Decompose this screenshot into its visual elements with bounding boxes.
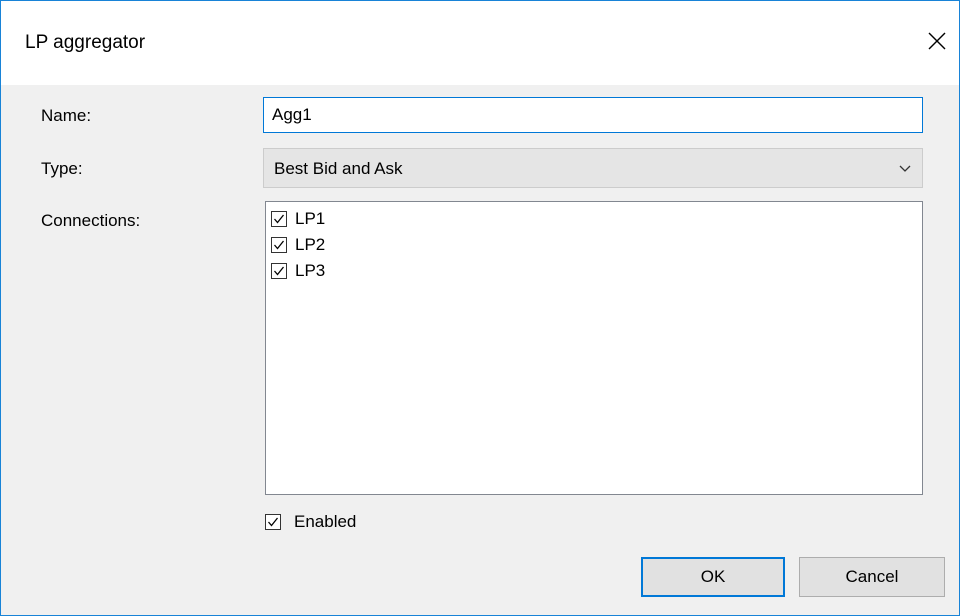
check-icon: [268, 517, 279, 527]
close-icon: [928, 32, 946, 50]
check-icon: [274, 266, 285, 276]
title-bar: LP aggregator: [1, 1, 959, 85]
enabled-checkbox-row[interactable]: Enabled: [265, 509, 356, 535]
type-label: Type:: [41, 159, 83, 178]
connections-label: Connections:: [41, 211, 141, 230]
connection-checkbox[interactable]: [271, 211, 287, 227]
close-button[interactable]: [915, 19, 959, 63]
list-item[interactable]: LP1: [271, 206, 325, 232]
connection-label: LP2: [295, 235, 326, 254]
connection-checkbox[interactable]: [271, 237, 287, 253]
type-dropdown[interactable]: Best Bid and Ask: [263, 148, 923, 188]
type-selected-value: Best Bid and Ask: [274, 159, 403, 178]
ok-button[interactable]: OK: [641, 557, 785, 597]
connection-checkbox[interactable]: [271, 263, 287, 279]
name-input[interactable]: [263, 97, 923, 133]
enabled-checkbox[interactable]: [265, 514, 281, 530]
connection-label: LP3: [295, 261, 326, 280]
connections-list: LP1 LP2 LP3: [265, 201, 923, 495]
list-item[interactable]: LP3: [271, 258, 325, 284]
connection-label: LP1: [295, 209, 326, 228]
window-title: LP aggregator: [25, 32, 146, 53]
chevron-down-icon: [899, 165, 911, 172]
check-icon: [274, 214, 285, 224]
lp-aggregator-dialog: LP aggregator Name: Type: Best Bid and A…: [0, 0, 960, 616]
list-item[interactable]: LP2: [271, 232, 325, 258]
enabled-label: Enabled: [294, 512, 357, 531]
name-label: Name:: [41, 106, 92, 125]
check-icon: [274, 240, 285, 250]
cancel-button[interactable]: Cancel: [799, 557, 945, 597]
